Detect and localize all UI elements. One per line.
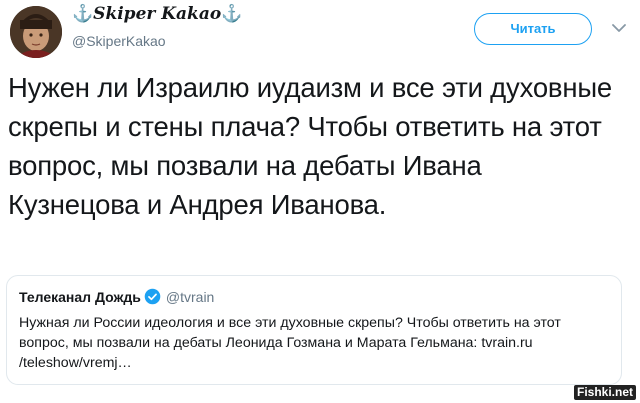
verified-badge-icon [144, 288, 161, 305]
chevron-down-icon[interactable] [612, 23, 626, 33]
tweet: ⚓Skiper Kakao⚓ @SkiperKakao Читать Нужен… [0, 0, 640, 403]
quoted-author-handle: @tvrain [165, 288, 215, 305]
avatar-portrait-icon [10, 6, 62, 58]
anchor-icon: ⚓ [221, 4, 243, 24]
watermark-logo: Fishki.net [573, 385, 636, 400]
author-name-text: Skiper Kakao [93, 4, 222, 24]
quoted-tweet-header: Телеканал Дождь @tvrain [19, 288, 214, 305]
tweet-text: Нужен ли Израилю иудаизм и все эти духов… [8, 72, 612, 220]
quoted-tweet-text: Нужная ли России идеология и все эти дух… [19, 315, 561, 371]
author-display-name[interactable]: ⚓Skiper Kakao⚓ [72, 4, 242, 24]
author-handle[interactable]: @SkiperKakao [72, 33, 166, 49]
quoted-author-name: Телеканал Дождь [19, 288, 141, 305]
avatar[interactable] [10, 6, 62, 58]
follow-button[interactable]: Читать [474, 13, 592, 45]
anchor-icon: ⚓ [72, 4, 94, 24]
quoted-tweet-card[interactable]: Телеканал Дождь @tvrain Нужная ли России… [6, 275, 622, 385]
